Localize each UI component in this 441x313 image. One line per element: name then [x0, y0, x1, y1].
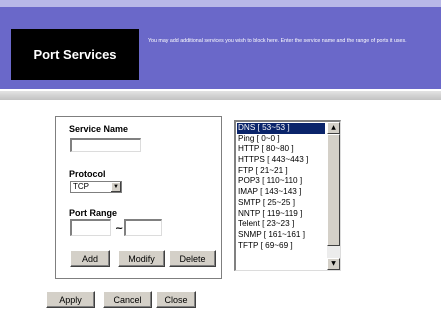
services-listbox[interactable]: DNS [ 53~53 ] Ping [ 0~0 ] HTTP [ 80~80 …	[234, 120, 341, 271]
port-start-input[interactable]	[70, 219, 111, 236]
protocol-selected-value: TCP	[73, 182, 89, 191]
list-item[interactable]: POP3 [ 110~110 ]	[237, 176, 325, 187]
apply-button[interactable]: Apply	[46, 291, 95, 308]
service-name-input[interactable]	[70, 138, 141, 152]
delete-button[interactable]: Delete	[169, 250, 216, 267]
divider-bar	[0, 91, 441, 100]
services-list: DNS [ 53~53 ] Ping [ 0~0 ] HTTP [ 80~80 …	[237, 123, 325, 251]
add-button[interactable]: Add	[70, 250, 110, 267]
page-title: Port Services	[11, 29, 139, 80]
port-range-separator: ~	[115, 223, 124, 234]
header-top-strip	[0, 0, 441, 7]
list-item[interactable]: FTP [ 21~21 ]	[237, 166, 325, 177]
list-item[interactable]: DNS [ 53~53 ]	[237, 123, 325, 134]
header-description: You may add additional services you wish…	[148, 38, 407, 44]
close-button[interactable]: Close	[156, 291, 196, 308]
cancel-button[interactable]: Cancel	[103, 291, 152, 308]
listbox-scrollbar[interactable]: ▲ ▼	[327, 122, 340, 270]
list-item[interactable]: SMTP [ 25~25 ]	[237, 198, 325, 209]
list-item[interactable]: Telent [ 23~23 ]	[237, 219, 325, 230]
port-end-input[interactable]	[124, 219, 162, 236]
protocol-label: Protocol	[69, 169, 106, 179]
scroll-down-icon[interactable]: ▼	[327, 258, 340, 270]
service-name-label: Service Name	[69, 124, 129, 134]
scrollbar-thumb[interactable]	[327, 134, 340, 246]
list-item[interactable]: SNMP [ 161~161 ]	[237, 230, 325, 241]
list-item[interactable]: Ping [ 0~0 ]	[237, 134, 325, 145]
scroll-up-icon[interactable]: ▲	[327, 122, 340, 134]
list-item[interactable]: TFTP [ 69~69 ]	[237, 241, 325, 252]
list-item[interactable]: NNTP [ 119~119 ]	[237, 209, 325, 220]
list-item[interactable]: HTTPS [ 443~443 ]	[237, 155, 325, 166]
chevron-down-icon[interactable]: ▼	[110, 182, 121, 192]
modify-button[interactable]: Modify	[118, 250, 165, 267]
protocol-select[interactable]: TCP ▼	[70, 181, 122, 193]
list-item[interactable]: IMAP [ 143~143 ]	[237, 187, 325, 198]
page-title-text: Port Services	[33, 47, 117, 62]
port-range-label: Port Range	[69, 208, 118, 218]
list-item[interactable]: HTTP [ 80~80 ]	[237, 144, 325, 155]
